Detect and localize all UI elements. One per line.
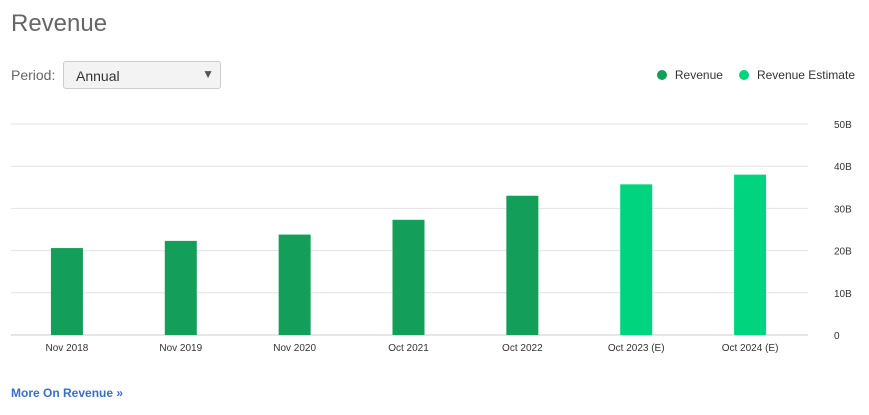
legend-swatch-revenue-estimate [738,70,749,80]
x-tick-label: Nov 2019 [159,343,202,354]
page-title: Revenue [11,10,108,37]
bar-oct-2022[interactable] [506,195,539,335]
bars [50,174,767,335]
more-on-revenue-link[interactable]: More On Revenue » [11,386,123,400]
x-tick-label: Oct 2022 [502,343,543,354]
x-tick-label: Oct 2023 (E) [608,343,665,354]
x-tick-label: Oct 2024 (E) [722,343,779,354]
bar-oct-2024-e[interactable] [734,174,767,335]
y-tick-label: 10B [834,289,852,300]
y-tick-label: 50B [834,120,852,131]
y-tick-label: 40B [834,162,852,173]
revenue-bar-chart: 0 10B 20B 30B 40B 50B Nov 2018 Nov 2019 Nov 202… [11,120,852,354]
bar-nov-2020[interactable] [278,234,311,335]
y-tick-label: 30B [834,204,852,215]
period-label: Period: [11,67,56,83]
x-tick-label: Nov 2020 [273,343,316,354]
y-tick-labels: 0 10B 20B 30B 40B 50B [834,120,852,342]
x-tick-label: Oct 2021 [388,343,429,354]
period-select[interactable]: Annual ▼ [63,61,221,89]
legend-swatch-revenue [656,70,667,80]
legend-item-revenue-estimate[interactable]: Revenue Estimate [738,68,855,82]
bar-oct-2023-e[interactable] [620,184,653,335]
y-tick-label: 20B [834,247,852,258]
y-tick-label: 0 [834,331,840,342]
bar-nov-2018[interactable] [50,248,83,335]
triangle-down-icon: ▼ [202,67,214,81]
bar-oct-2021[interactable] [392,219,425,335]
legend-label-revenue: Revenue [674,68,723,82]
chart-legend: Revenue Revenue Estimate [641,68,855,82]
legend-label-revenue-estimate: Revenue Estimate [756,68,855,82]
x-tick-labels: Nov 2018 Nov 2019 Nov 2020 Oct 2021 Oct 2022… [46,343,779,354]
bar-nov-2019[interactable] [164,240,197,335]
x-tick-label: Nov 2018 [46,343,89,354]
legend-item-revenue[interactable]: Revenue [656,68,723,82]
period-select-value: Annual [76,68,120,84]
